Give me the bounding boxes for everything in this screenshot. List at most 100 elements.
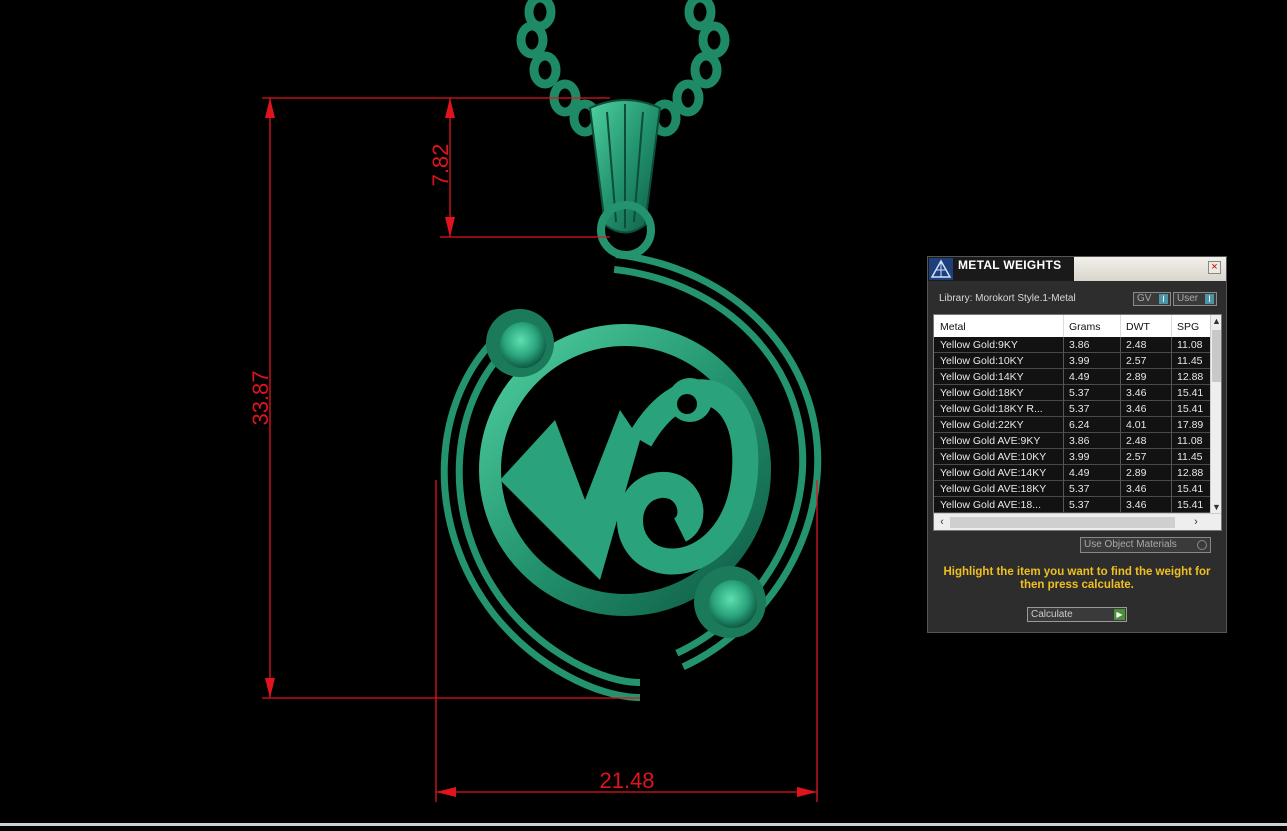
table-row[interactable]: Yellow Gold:10KY 3.99 2.57 11.45 bbox=[934, 353, 1210, 369]
close-button[interactable]: × bbox=[1208, 261, 1221, 274]
column-divider bbox=[1063, 369, 1064, 385]
table-row[interactable]: Yellow Gold AVE:9KY 3.86 2.48 11.08 bbox=[934, 433, 1210, 449]
column-divider bbox=[1120, 417, 1121, 433]
table-row[interactable]: Yellow Gold:14KY 4.49 2.89 12.88 bbox=[934, 369, 1210, 385]
cell-metal: Yellow Gold AVE:18... bbox=[940, 499, 1041, 511]
column-divider bbox=[1171, 337, 1172, 353]
cell-dwt: 2.89 bbox=[1126, 467, 1147, 479]
scroll-left-icon[interactable]: ‹ bbox=[936, 516, 948, 528]
cell-metal: Yellow Gold AVE:9KY bbox=[940, 435, 1041, 447]
column-divider bbox=[1063, 417, 1064, 433]
cell-spg: 11.45 bbox=[1177, 451, 1203, 463]
cell-grams: 3.99 bbox=[1069, 355, 1090, 367]
column-divider bbox=[1063, 433, 1064, 449]
instruction-text: Highlight the item you want to find the … bbox=[943, 566, 1211, 591]
cell-spg: 15.41 bbox=[1177, 403, 1204, 415]
cell-spg: 17.89 bbox=[1177, 419, 1204, 431]
vertical-scrollbar[interactable]: ▲ ▼ bbox=[1210, 315, 1221, 513]
table-header: Metal Grams DWT SPG bbox=[934, 315, 1210, 338]
column-divider bbox=[1171, 465, 1172, 481]
column-divider bbox=[1120, 353, 1121, 369]
column-divider bbox=[1120, 449, 1121, 465]
table-row[interactable]: Yellow Gold:22KY 6.24 4.01 17.89 bbox=[934, 417, 1210, 433]
column-divider bbox=[1063, 385, 1064, 401]
panel-title: METAL WEIGHTS bbox=[958, 258, 1062, 272]
cell-grams: 6.24 bbox=[1069, 419, 1090, 431]
column-divider bbox=[1171, 353, 1172, 369]
table-row[interactable]: Yellow Gold:18KY R... 5.37 3.46 15.41 bbox=[934, 401, 1210, 417]
cell-metal: Yellow Gold:10KY bbox=[940, 355, 1024, 367]
cell-dwt: 3.46 bbox=[1126, 403, 1147, 415]
column-divider bbox=[1120, 433, 1121, 449]
table-row[interactable]: Yellow Gold AVE:18... 5.37 3.46 15.41 bbox=[934, 497, 1210, 513]
column-header-spg[interactable]: SPG bbox=[1177, 321, 1199, 333]
cell-metal: Yellow Gold AVE:14KY bbox=[940, 467, 1047, 479]
scroll-down-icon[interactable]: ▼ bbox=[1211, 501, 1221, 513]
column-divider bbox=[1171, 417, 1172, 433]
column-header-dwt[interactable]: DWT bbox=[1126, 321, 1150, 333]
toggle-knob-icon: I bbox=[1205, 294, 1214, 304]
cell-metal: Yellow Gold:18KY R... bbox=[940, 403, 1043, 415]
column-divider bbox=[1063, 465, 1064, 481]
cell-dwt: 4.01 bbox=[1126, 419, 1147, 431]
calculate-button[interactable]: Calculate ▶ bbox=[1027, 607, 1127, 622]
column-divider bbox=[1171, 449, 1172, 465]
cell-grams: 5.37 bbox=[1069, 483, 1090, 495]
column-divider bbox=[1171, 481, 1172, 497]
dim-height-total: 33.87 bbox=[248, 370, 273, 425]
column-divider bbox=[1120, 401, 1121, 417]
use-object-materials-label: Use Object Materials bbox=[1084, 539, 1177, 550]
gem-bottom-right bbox=[694, 566, 766, 638]
cell-dwt: 2.57 bbox=[1126, 451, 1147, 463]
panel-titlebar[interactable]: METAL WEIGHTS × bbox=[928, 257, 1226, 281]
column-header-grams[interactable]: Grams bbox=[1069, 321, 1101, 333]
scroll-thumb[interactable] bbox=[1212, 330, 1221, 382]
column-divider bbox=[1120, 385, 1121, 401]
table-row[interactable]: Yellow Gold:9KY 3.86 2.48 11.08 bbox=[934, 337, 1210, 353]
cell-metal: Yellow Gold:22KY bbox=[940, 419, 1024, 431]
cell-grams: 3.86 bbox=[1069, 435, 1090, 447]
cell-spg: 11.08 bbox=[1177, 339, 1203, 351]
column-divider bbox=[1120, 497, 1121, 513]
column-header-metal[interactable]: Metal bbox=[940, 321, 966, 333]
cell-dwt: 2.48 bbox=[1126, 339, 1147, 351]
use-object-materials-option[interactable]: Use Object Materials bbox=[1080, 537, 1211, 553]
cell-dwt: 3.46 bbox=[1126, 499, 1147, 511]
column-divider bbox=[1063, 337, 1064, 353]
radio-icon[interactable] bbox=[1197, 540, 1207, 550]
cell-grams: 4.49 bbox=[1069, 467, 1090, 479]
column-divider bbox=[1063, 497, 1064, 513]
cell-metal: Yellow Gold:18KY bbox=[940, 387, 1024, 399]
column-divider bbox=[1120, 465, 1121, 481]
horizontal-scrollbar[interactable]: ‹ › bbox=[934, 513, 1221, 530]
cell-grams: 5.37 bbox=[1069, 403, 1090, 415]
toggle-knob-icon: I bbox=[1159, 294, 1168, 304]
user-toggle[interactable]: User I bbox=[1173, 292, 1217, 306]
cell-metal: Yellow Gold:9KY bbox=[940, 339, 1018, 351]
scroll-thumb[interactable] bbox=[950, 517, 1175, 528]
cell-metal: Yellow Gold:14KY bbox=[940, 371, 1024, 383]
gv-toggle[interactable]: GV I bbox=[1133, 292, 1171, 306]
play-icon: ▶ bbox=[1114, 609, 1125, 620]
column-divider bbox=[1171, 497, 1172, 513]
cell-spg: 11.45 bbox=[1177, 355, 1203, 367]
scroll-right-icon[interactable]: › bbox=[1190, 516, 1202, 528]
capricorn-glyph bbox=[500, 378, 759, 580]
table-row[interactable]: Yellow Gold AVE:14KY 4.49 2.89 12.88 bbox=[934, 465, 1210, 481]
scroll-up-icon[interactable]: ▲ bbox=[1211, 315, 1221, 327]
calculate-label: Calculate bbox=[1031, 609, 1073, 620]
bail bbox=[588, 99, 662, 259]
column-divider bbox=[1063, 353, 1064, 369]
cell-grams: 3.86 bbox=[1069, 339, 1090, 351]
cell-grams: 4.49 bbox=[1069, 371, 1090, 383]
table-rows: Yellow Gold:9KY 3.86 2.48 11.08 Yellow Gold:… bbox=[934, 337, 1210, 513]
cell-dwt: 3.46 bbox=[1126, 387, 1147, 399]
table-row[interactable]: Yellow Gold:18KY 5.37 3.46 15.41 bbox=[934, 385, 1210, 401]
user-label: User bbox=[1177, 293, 1199, 304]
cell-dwt: 2.89 bbox=[1126, 371, 1147, 383]
cell-grams: 5.37 bbox=[1069, 499, 1090, 511]
table-row[interactable]: Yellow Gold AVE:18KY 5.37 3.46 15.41 bbox=[934, 481, 1210, 497]
table-row[interactable]: Yellow Gold AVE:10KY 3.99 2.57 11.45 bbox=[934, 449, 1210, 465]
cell-grams: 5.37 bbox=[1069, 387, 1090, 399]
cell-metal: Yellow Gold AVE:18KY bbox=[940, 483, 1047, 495]
